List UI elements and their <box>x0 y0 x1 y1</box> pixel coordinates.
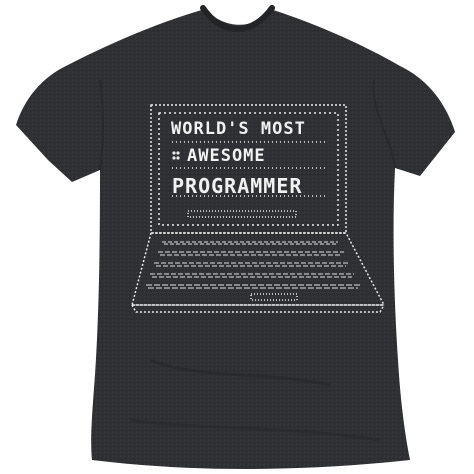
t-shirt-image <box>16 5 455 469</box>
shirt-body <box>16 9 455 469</box>
product-photo: WORLD'S MOST AWESOME PROGRAMMER <box>0 0 474 474</box>
